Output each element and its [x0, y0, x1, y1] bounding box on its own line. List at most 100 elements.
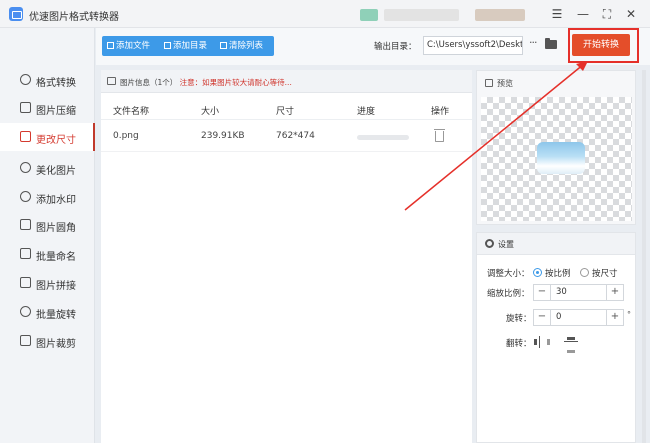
app-title: 优速图片格式转换器: [29, 12, 119, 23]
minimize-button[interactable]: —: [575, 6, 591, 22]
scale-decrease-button[interactable]: −: [534, 285, 551, 300]
title-bar: 优速图片格式转换器 ☰ — ⛶ ✕: [0, 0, 650, 28]
scale-value[interactable]: 30: [556, 287, 567, 297]
maximize-button[interactable]: ⛶: [599, 6, 615, 22]
rotate-decrease-button[interactable]: −: [534, 310, 551, 325]
format-convert-icon: [20, 74, 31, 85]
blurred-user-info: [475, 9, 525, 21]
column-header-dimensions: 尺寸: [276, 107, 295, 117]
stitch-icon: [20, 277, 31, 288]
preview-icon: [485, 79, 493, 87]
preview-canvas: [481, 97, 632, 221]
scale-label: 缩放比例：: [487, 289, 530, 299]
flip-label: 翻转：: [506, 339, 532, 349]
sidebar-item-watermark[interactable]: 添加水印: [0, 183, 95, 211]
preview-image: [537, 142, 585, 174]
output-dir-input[interactable]: C:\Users\yssoft2\Deskt: [423, 36, 523, 55]
sidebar-item-label: 图片圆角: [36, 223, 76, 234]
folder-icon: [164, 42, 171, 49]
settings-header: 设置: [477, 233, 635, 255]
scrollbar[interactable]: [642, 70, 646, 443]
sidebar-item-rounded-corner[interactable]: 图片圆角: [0, 211, 95, 239]
settings-panel: 设置 调整大小： 按比例 按尺寸 缩放比例： − 30 + 旋转： − 0 + …: [476, 232, 636, 443]
clear-list-button[interactable]: 清除列表: [220, 36, 263, 56]
sidebar-item-resize[interactable]: 更改尺寸: [0, 123, 95, 151]
column-header-progress: 进度: [357, 107, 376, 117]
sidebar-item-label: 美化图片: [36, 166, 76, 177]
flip-vertical-icon[interactable]: [564, 336, 578, 353]
add-file-button[interactable]: 添加文件: [107, 36, 150, 56]
watermark-icon: [20, 191, 31, 202]
notice-text: 注意：如果图片较大请耐心等待...: [179, 78, 292, 87]
rounded-corner-icon: [20, 219, 31, 230]
file-name: 0.png: [113, 131, 139, 141]
file-size: 239.91KB: [201, 131, 245, 141]
sidebar-item-label: 图片拼接: [36, 281, 76, 292]
table-header: 文件名称 大小 尺寸 进度 操作: [101, 98, 472, 120]
scale-stepper[interactable]: − 30 +: [533, 284, 624, 301]
sidebar-item-label: 批量命名: [36, 252, 76, 263]
rotate-unit: °: [627, 310, 631, 319]
rename-icon: [20, 248, 31, 259]
toolbar: 添加文件 添加目录 清除列表 输出目录： C:\Users\yssoft2\De…: [96, 28, 650, 65]
open-folder-icon[interactable]: [545, 38, 557, 49]
size-radio-label[interactable]: 按尺寸: [592, 267, 618, 279]
sidebar-item-label: 更改尺寸: [36, 135, 76, 146]
gear-icon: [485, 239, 494, 248]
resize-icon: [20, 131, 31, 142]
compress-icon: [20, 102, 31, 113]
close-button[interactable]: ✕: [623, 6, 639, 22]
app-logo-icon: [9, 7, 23, 21]
sidebar-item-rename[interactable]: 批量命名: [0, 240, 95, 268]
table-row[interactable]: 0.png 239.91KB 762*474: [101, 122, 472, 152]
crop-icon: [20, 335, 31, 346]
more-options-icon[interactable]: ···: [529, 36, 537, 49]
menu-icon[interactable]: ☰: [549, 6, 565, 22]
scale-increase-button[interactable]: +: [606, 285, 623, 300]
column-header-actions: 操作: [431, 107, 450, 117]
sidebar-item-rotate[interactable]: 批量旋转: [0, 298, 95, 326]
resize-mode-label: 调整大小：: [487, 269, 530, 279]
output-dir-label: 输出目录：: [374, 42, 417, 52]
sidebar-item-label: 批量旋转: [36, 310, 76, 321]
sidebar-item-crop[interactable]: 图片裁剪: [0, 327, 95, 355]
sidebar-item-beautify[interactable]: 美化图片: [0, 154, 95, 182]
column-header-size: 大小: [201, 107, 220, 117]
clear-list-label: 清除列表: [229, 41, 264, 51]
file-list-panel: 图片信息（1个） 注意：如果图片较大请耐心等待... 文件名称 大小 尺寸 进度…: [101, 70, 472, 443]
file-count: 图片信息（1个）: [120, 78, 178, 87]
sidebar-item-format-convert[interactable]: 格式转换: [0, 66, 95, 94]
add-file-icon: [107, 42, 114, 49]
start-button-highlight: [568, 28, 639, 63]
rotate-increase-button[interactable]: +: [606, 310, 623, 325]
sidebar-item-label: 图片裁剪: [36, 339, 76, 350]
beautify-icon: [20, 162, 31, 173]
sidebar-item-compress[interactable]: 图片压缩: [0, 94, 95, 122]
image-info-icon: [107, 77, 116, 85]
ratio-radio-label[interactable]: 按比例: [545, 267, 571, 279]
preview-panel: 预览: [476, 70, 636, 225]
add-folder-label: 添加目录: [173, 41, 208, 51]
flip-horizontal-icon[interactable]: [534, 336, 550, 348]
rotate-label: 旋转：: [506, 314, 532, 324]
rotate-icon: [20, 306, 31, 317]
trash-icon: [220, 42, 227, 49]
rotate-value[interactable]: 0: [556, 312, 561, 322]
blurred-user-info: [360, 9, 378, 21]
delete-icon[interactable]: [434, 129, 445, 142]
preview-title: 预览: [497, 79, 513, 88]
sidebar-item-stitch[interactable]: 图片拼接: [0, 269, 95, 297]
progress-bar: [357, 135, 409, 140]
preview-header: 预览: [477, 71, 635, 95]
rotate-stepper[interactable]: − 0 +: [533, 309, 624, 326]
file-info-bar: 图片信息（1个） 注意：如果图片较大请耐心等待...: [101, 70, 472, 93]
sidebar-item-label: 格式转换: [36, 78, 76, 89]
size-radio[interactable]: [580, 268, 589, 277]
ratio-radio[interactable]: [533, 268, 542, 277]
file-info-text: 图片信息（1个） 注意：如果图片较大请耐心等待...: [120, 77, 292, 88]
file-actions-group: 添加文件 添加目录 清除列表: [102, 36, 274, 56]
blurred-user-info: [384, 9, 459, 21]
add-folder-button[interactable]: 添加目录: [164, 36, 207, 56]
settings-title: 设置: [498, 240, 514, 249]
sidebar: 格式转换 图片压缩 更改尺寸 美化图片 添加水印 图片圆角 批量命名 图片拼接 …: [0, 28, 95, 443]
